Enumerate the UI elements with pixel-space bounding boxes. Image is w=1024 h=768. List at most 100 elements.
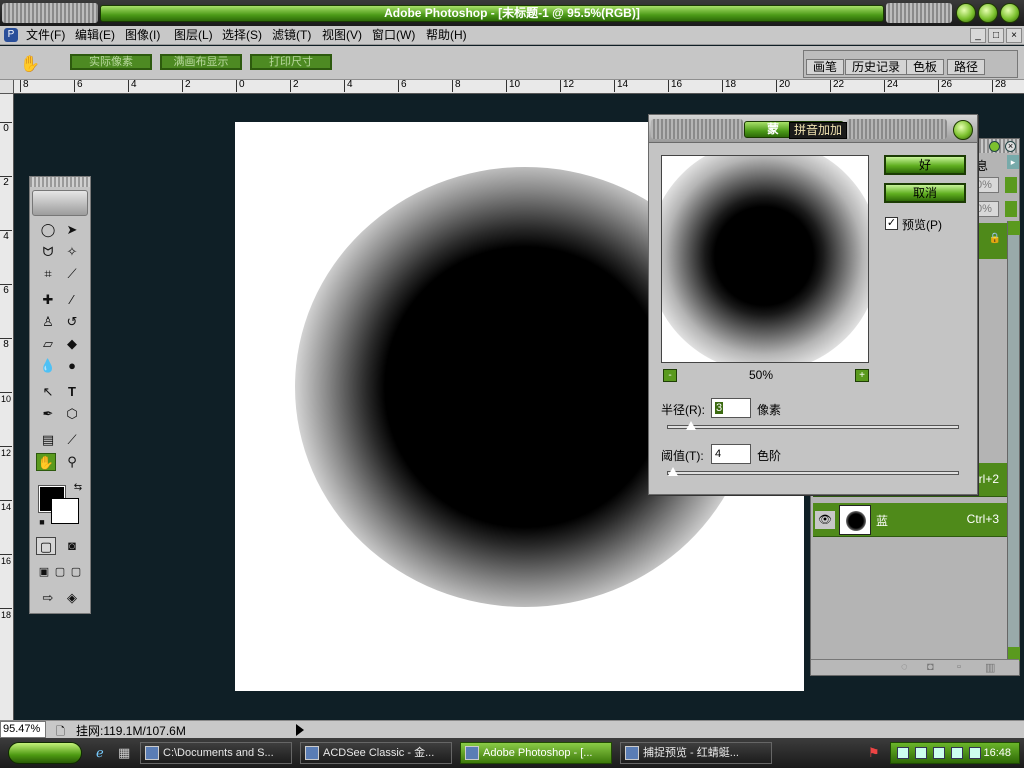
paint-bucket-tool-icon[interactable]: ◆: [62, 335, 82, 353]
ok-button[interactable]: 好: [884, 155, 966, 175]
slice-tool-icon[interactable]: ⟋: [62, 265, 82, 283]
opacity-field[interactable]: 0%: [975, 177, 999, 193]
doc-close-button[interactable]: ×: [1006, 28, 1022, 43]
toolbox-grip[interactable]: [30, 177, 90, 187]
save-selection-icon[interactable]: ◘: [927, 661, 934, 673]
taskbar-item-explorer[interactable]: C:\Documents and S...: [140, 742, 292, 764]
actual-pixels-button[interactable]: 实际像素: [70, 54, 152, 70]
menu-window[interactable]: 窗口(W): [372, 28, 415, 43]
taskbar-item-photoshop[interactable]: Adobe Photoshop - [...: [460, 742, 612, 764]
close-button[interactable]: [1000, 3, 1020, 23]
menu-view[interactable]: 视图(V): [322, 28, 362, 43]
radius-slider[interactable]: [667, 421, 959, 430]
imageready-icon[interactable]: ◈: [62, 589, 82, 607]
eye-icon[interactable]: 👁: [815, 511, 835, 529]
preview-checkbox-label[interactable]: 预览(P): [902, 216, 942, 233]
trash-icon[interactable]: ▥: [985, 661, 995, 674]
eyedropper-tool-icon[interactable]: ⟋: [62, 431, 82, 449]
new-channel-icon[interactable]: ▫: [957, 661, 961, 673]
dialog-title-bar[interactable]: 蒙 拼音加加: [649, 115, 977, 143]
history-brush-tool-icon[interactable]: ↺: [62, 313, 82, 331]
eraser-tool-icon[interactable]: ▱: [38, 335, 58, 353]
hand-tool-button-icon[interactable]: ✋: [36, 453, 56, 471]
layer-row-blue[interactable]: 👁 蓝 Ctrl+3: [813, 503, 1007, 537]
screen-mode-full-icon[interactable]: ▢: [66, 563, 86, 581]
photoshop-app-icon[interactable]: P: [4, 28, 18, 42]
background-color-swatch[interactable]: [51, 498, 79, 524]
cancel-button[interactable]: 取消: [884, 183, 966, 203]
menu-filter[interactable]: 滤镜(T): [272, 28, 311, 43]
menu-layer[interactable]: 图层(L): [174, 28, 213, 43]
minimize-button[interactable]: [956, 3, 976, 23]
jump-to-imageready-icon[interactable]: ⇨: [38, 589, 58, 607]
filter-preview[interactable]: [661, 155, 869, 363]
palette-close-button[interactable]: ×: [1005, 141, 1016, 152]
menu-edit[interactable]: 编辑(E): [75, 28, 115, 43]
zoom-level-field[interactable]: 95.47%: [0, 721, 46, 738]
shape-tool-icon[interactable]: ⬡: [62, 405, 82, 423]
status-menu-arrow-icon[interactable]: [296, 724, 304, 736]
tray-icon[interactable]: [951, 747, 963, 759]
dodge-tool-icon[interactable]: ●: [62, 357, 82, 375]
menu-image[interactable]: 图像(I): [125, 28, 160, 43]
dialog-close-button[interactable]: [953, 120, 973, 140]
doc-minimize-button[interactable]: _: [970, 28, 986, 43]
palette-menu-arrow-icon[interactable]: ▸: [1007, 155, 1019, 169]
start-button[interactable]: [8, 742, 82, 764]
photoshop-logo-icon[interactable]: [32, 190, 88, 216]
tray-icon[interactable]: [969, 747, 981, 759]
tray-icon[interactable]: [933, 747, 945, 759]
ruler-origin[interactable]: [0, 80, 14, 94]
radius-slider-thumb[interactable]: [686, 421, 696, 430]
swap-colors-icon[interactable]: ⇆: [68, 479, 88, 497]
default-colors-icon[interactable]: ■: [32, 513, 52, 531]
menu-help[interactable]: 帮助(H): [426, 28, 467, 43]
horizontal-ruler[interactable]: 8 6 4 2 0 2 4 6 8 10 12 14 16 18 20 22 2…: [14, 80, 1024, 94]
threshold-input[interactable]: 4: [711, 444, 751, 464]
pen-tool-icon[interactable]: ✒: [38, 405, 58, 423]
standard-mode-icon[interactable]: ▢: [36, 537, 56, 555]
magic-wand-tool-icon[interactable]: ✧: [62, 243, 82, 261]
zoom-in-button[interactable]: +: [855, 369, 869, 382]
move-tool-icon[interactable]: ➤: [62, 221, 82, 239]
notes-tool-icon[interactable]: ▤: [38, 431, 58, 449]
ime-tray-icon[interactable]: ⚑: [868, 745, 880, 761]
vertical-ruler[interactable]: 0 2 4 6 8 10 12 14 16 18: [0, 80, 14, 720]
fit-on-screen-button[interactable]: 满画布显示: [160, 54, 242, 70]
brush-tool-icon[interactable]: ∕: [62, 291, 82, 309]
tab-paths[interactable]: 路径: [947, 59, 986, 75]
menu-select[interactable]: 选择(S): [222, 28, 262, 43]
menu-file[interactable]: 文件(F): [26, 28, 65, 43]
zoom-out-button[interactable]: -: [663, 369, 677, 382]
tab-history[interactable]: 历史记录: [845, 59, 908, 75]
clock[interactable]: 16:48: [983, 743, 1011, 763]
tab-brushes[interactable]: 画笔: [806, 59, 845, 75]
taskbar-item-capture[interactable]: 捕捉预览 - 红蜻蜓...: [620, 742, 772, 764]
ie-quicklaunch-icon[interactable]: ℯ: [96, 745, 104, 761]
doc-restore-button[interactable]: □: [988, 28, 1004, 43]
palette-minimize-button[interactable]: [989, 141, 1000, 152]
healing-brush-tool-icon[interactable]: ✚: [38, 291, 58, 309]
tray-icon[interactable]: [915, 747, 927, 759]
type-tool-icon[interactable]: T: [62, 383, 82, 401]
quick-mask-mode-icon[interactable]: ◙: [62, 537, 82, 555]
layers-scrollbar[interactable]: [1007, 221, 1020, 661]
clone-stamp-tool-icon[interactable]: ♙: [38, 313, 58, 331]
blur-tool-icon[interactable]: 💧: [38, 357, 58, 375]
desktop-quicklaunch-icon[interactable]: ▦: [118, 745, 130, 761]
print-size-button[interactable]: 打印尺寸: [250, 54, 332, 70]
opacity-arrow-icon[interactable]: [1005, 177, 1017, 193]
marquee-tool-icon[interactable]: ◯: [38, 221, 58, 239]
threshold-slider[interactable]: [667, 467, 959, 476]
tray-icon[interactable]: [897, 747, 909, 759]
zoom-tool-icon[interactable]: ⚲: [62, 453, 82, 471]
path-selection-tool-icon[interactable]: ↖: [38, 383, 58, 401]
scroll-up-icon[interactable]: [1008, 221, 1020, 235]
fill-field[interactable]: 0%: [975, 201, 999, 217]
title-bar[interactable]: Adobe Photoshop - [未标题-1 @ 95.5%(RGB)]: [0, 0, 1024, 26]
radius-input[interactable]: 3: [711, 398, 751, 418]
load-channel-icon[interactable]: ◌: [901, 661, 908, 673]
crop-tool-icon[interactable]: ⌗: [38, 265, 58, 283]
threshold-slider-thumb[interactable]: [668, 467, 678, 476]
fill-arrow-icon[interactable]: [1005, 201, 1017, 217]
